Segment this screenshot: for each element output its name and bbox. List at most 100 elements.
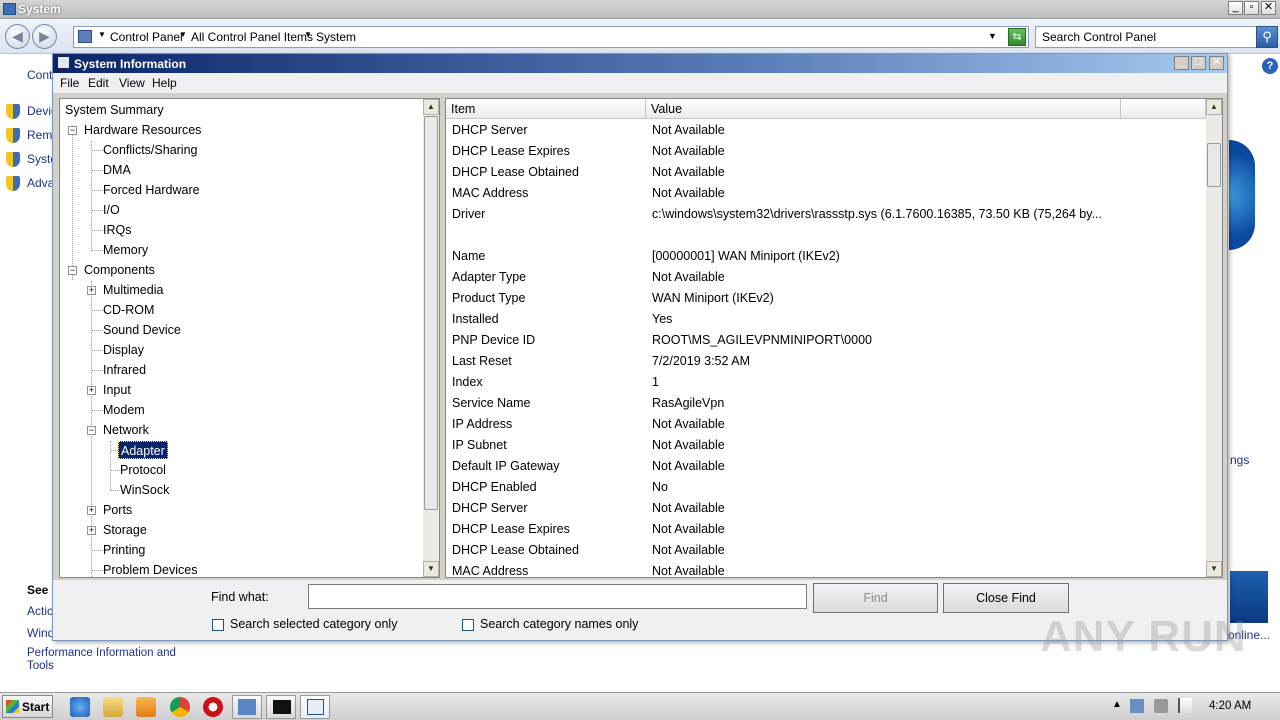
collapse-network-icon[interactable]: −: [87, 426, 96, 435]
show-hidden-icons-icon[interactable]: ▲: [1112, 699, 1122, 710]
sysinfo-close-button[interactable]: ✕: [1209, 56, 1224, 70]
tree-item-storage[interactable]: Storage: [101, 521, 149, 539]
tree-item-ports[interactable]: Ports: [101, 501, 134, 519]
search-input[interactable]: Search Control Panel: [1035, 26, 1257, 48]
scroll-up-icon[interactable]: ▲: [423, 99, 439, 115]
tree-item-hardware-resources[interactable]: Hardware Resources: [82, 121, 203, 139]
table-row[interactable]: DHCP Lease Obtained Not Available: [446, 162, 1206, 183]
table-row[interactable]: Driver c:\windows\system32\drivers\rassst…: [446, 204, 1206, 225]
search-selected-category-checkbox[interactable]: [212, 619, 224, 631]
table-row[interactable]: Last Reset 7/2/2019 3:52 AM: [446, 351, 1206, 372]
sysinfo-minimize-button[interactable]: _: [1174, 56, 1189, 70]
tree-item-problem-devices[interactable]: Problem Devices: [101, 561, 199, 577]
menu-edit[interactable]: Edit: [88, 76, 109, 90]
change-settings-link[interactable]: ngs: [1230, 453, 1249, 467]
chevron-down-icon[interactable]: ▼: [98, 30, 106, 39]
table-row[interactable]: DHCP Server Not Available: [446, 498, 1206, 519]
tree-item-adapter[interactable]: Adapter: [118, 441, 168, 459]
breadcrumb-all-items[interactable]: All Control Panel Items: [191, 30, 313, 44]
back-button[interactable]: ◀: [5, 24, 30, 49]
menu-file[interactable]: File: [60, 76, 79, 90]
tree-scroll-thumb[interactable]: [424, 116, 438, 510]
tree-item-cdrom[interactable]: CD-ROM: [101, 301, 156, 319]
table-row[interactable]: PNP Device ID ROOT\MS_AGILEVPNMINIPORT\00…: [446, 330, 1206, 351]
chevron-down-icon[interactable]: ▼: [179, 30, 187, 39]
collapse-components-icon[interactable]: −: [68, 266, 77, 275]
outer-minimize-button[interactable]: _: [1228, 1, 1243, 15]
tree-item-io[interactable]: I/O: [101, 201, 122, 219]
help-icon[interactable]: ?: [1262, 58, 1278, 74]
tree-item-memory[interactable]: Memory: [101, 241, 150, 259]
sysinfo-taskbar-button[interactable]: [300, 695, 330, 719]
table-row[interactable]: Default IP Gateway Not Available: [446, 456, 1206, 477]
table-row[interactable]: Adapter Type Not Available: [446, 267, 1206, 288]
find-what-input[interactable]: [308, 584, 807, 609]
cmd-taskbar-button[interactable]: [266, 695, 296, 719]
column-header-item[interactable]: Item: [446, 99, 646, 119]
menu-help[interactable]: Help: [152, 76, 177, 90]
forward-button[interactable]: ▶: [32, 24, 57, 49]
table-row[interactable]: Installed Yes: [446, 309, 1206, 330]
table-row[interactable]: Name [00000001] WAN Miniport (IKEv2): [446, 246, 1206, 267]
chrome-icon[interactable]: [170, 697, 190, 717]
tree-item-network[interactable]: Network: [101, 421, 151, 439]
table-scrollbar[interactable]: ▲ ▼: [1206, 99, 1222, 577]
tree-item-input[interactable]: Input: [101, 381, 133, 399]
table-row[interactable]: DHCP Server Not Available: [446, 120, 1206, 141]
tree-item-display[interactable]: Display: [101, 341, 146, 359]
see-also-windows-update[interactable]: Wind: [27, 626, 54, 640]
tree-item-sound-device[interactable]: Sound Device: [101, 321, 183, 339]
table-row[interactable]: Index 1: [446, 372, 1206, 393]
opera-icon[interactable]: [203, 697, 223, 717]
expand-ports-icon[interactable]: +: [87, 506, 96, 515]
task-link-advanced[interactable]: Adva: [27, 176, 54, 190]
find-button[interactable]: Find: [813, 583, 938, 613]
tree-item-forced-hardware[interactable]: Forced Hardware: [101, 181, 202, 199]
expand-storage-icon[interactable]: +: [87, 526, 96, 535]
table-row[interactable]: Service Name RasAgileVpn: [446, 393, 1206, 414]
tree-item-infrared[interactable]: Infrared: [101, 361, 148, 379]
search-icon[interactable]: ⚲: [1256, 26, 1278, 48]
tree-scrollbar[interactable]: ▲ ▼: [423, 99, 439, 577]
search-category-names-checkbox[interactable]: [462, 619, 474, 631]
network-icon[interactable]: [1130, 699, 1144, 713]
table-row[interactable]: DHCP Lease Obtained Not Available: [446, 540, 1206, 561]
see-also-performance[interactable]: Performance Information and: [27, 647, 176, 659]
scroll-down-icon[interactable]: ▼: [423, 561, 439, 577]
table-row[interactable]: MAC Address Not Available: [446, 183, 1206, 204]
outer-maximize-button[interactable]: ▫: [1244, 1, 1259, 15]
tree-item-printing[interactable]: Printing: [101, 541, 147, 559]
tree-item-system-summary[interactable]: System Summary: [63, 101, 166, 119]
expand-multimedia-icon[interactable]: +: [87, 286, 96, 295]
collapse-hardware-icon[interactable]: −: [68, 126, 77, 135]
tree-item-multimedia[interactable]: Multimedia: [101, 281, 165, 299]
breadcrumb-control-panel[interactable]: Control Panel: [110, 30, 183, 44]
see-also-action-center[interactable]: Actic: [27, 604, 53, 618]
tree-item-components[interactable]: Components: [82, 261, 157, 279]
tree-item-dma[interactable]: DMA: [101, 161, 133, 179]
control-panel-taskbar-button[interactable]: [232, 695, 262, 719]
table-row[interactable]: [446, 225, 1206, 246]
media-player-icon[interactable]: [136, 697, 156, 717]
address-dropdown-icon[interactable]: ▼: [988, 31, 997, 41]
table-row[interactable]: IP Subnet Not Available: [446, 435, 1206, 456]
column-header-value[interactable]: Value: [646, 99, 1121, 119]
clock[interactable]: 4:20 AM: [1209, 700, 1251, 712]
category-tree[interactable]: System Summary − Hardware Resources Conf…: [59, 98, 440, 578]
breadcrumb-system[interactable]: System: [316, 30, 356, 44]
outer-close-button[interactable]: ✕: [1261, 1, 1276, 15]
volume-icon[interactable]: [1154, 699, 1168, 713]
expand-input-icon[interactable]: +: [87, 386, 96, 395]
chevron-down-icon[interactable]: ▼: [304, 30, 312, 39]
start-button[interactable]: Start: [2, 695, 53, 718]
scroll-up-icon[interactable]: ▲: [1206, 99, 1222, 115]
close-find-button[interactable]: Close Find: [943, 583, 1069, 613]
table-row[interactable]: MAC Address Not Available: [446, 561, 1206, 577]
table-row[interactable]: Product Type WAN Miniport (IKEv2): [446, 288, 1206, 309]
tree-item-conflicts[interactable]: Conflicts/Sharing: [101, 141, 200, 159]
table-row[interactable]: IP Address Not Available: [446, 414, 1206, 435]
address-box[interactable]: ▼ Control Panel ▼ All Control Panel Item…: [73, 26, 1029, 48]
sysinfo-maximize-button[interactable]: □: [1191, 56, 1206, 70]
table-scroll-thumb[interactable]: [1207, 143, 1221, 187]
see-also-performance-tools[interactable]: Tools: [27, 660, 54, 672]
